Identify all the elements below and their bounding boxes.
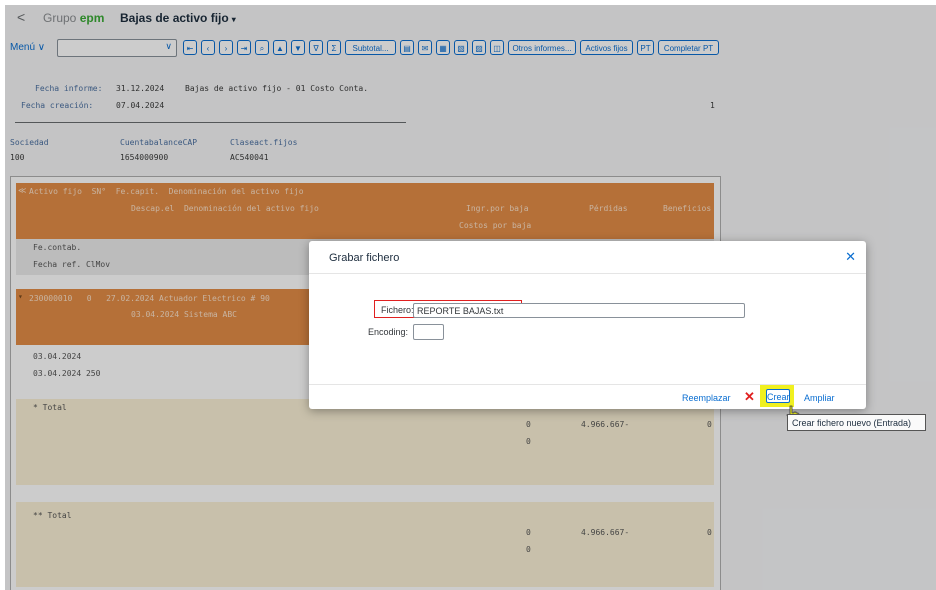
crear-button[interactable]: Crear (766, 389, 790, 403)
dialog-divider (309, 273, 866, 274)
fichero-input[interactable]: REPORTE BAJAS.txt (413, 303, 745, 318)
encoding-input[interactable] (413, 324, 444, 340)
dialog-title: Grabar fichero (329, 252, 400, 264)
encoding-label: Encoding: (368, 327, 409, 337)
crear-tooltip: Crear fichero nuevo (Entrada) (787, 414, 926, 431)
reemplazar-button[interactable]: Reemplazar (682, 393, 731, 403)
ampliar-button[interactable]: Ampliar (804, 393, 835, 403)
cancel-icon[interactable]: ✕ (744, 389, 755, 405)
fichero-label: Fichero: (381, 305, 414, 315)
close-icon[interactable]: ✕ (845, 249, 856, 265)
save-file-dialog: Grabar fichero ✕ Fichero: REPORTE BAJAS.… (309, 241, 866, 409)
app-shell: < Grupo epm Bajas de activo fijo ▾ Menú ∨… (5, 5, 936, 590)
